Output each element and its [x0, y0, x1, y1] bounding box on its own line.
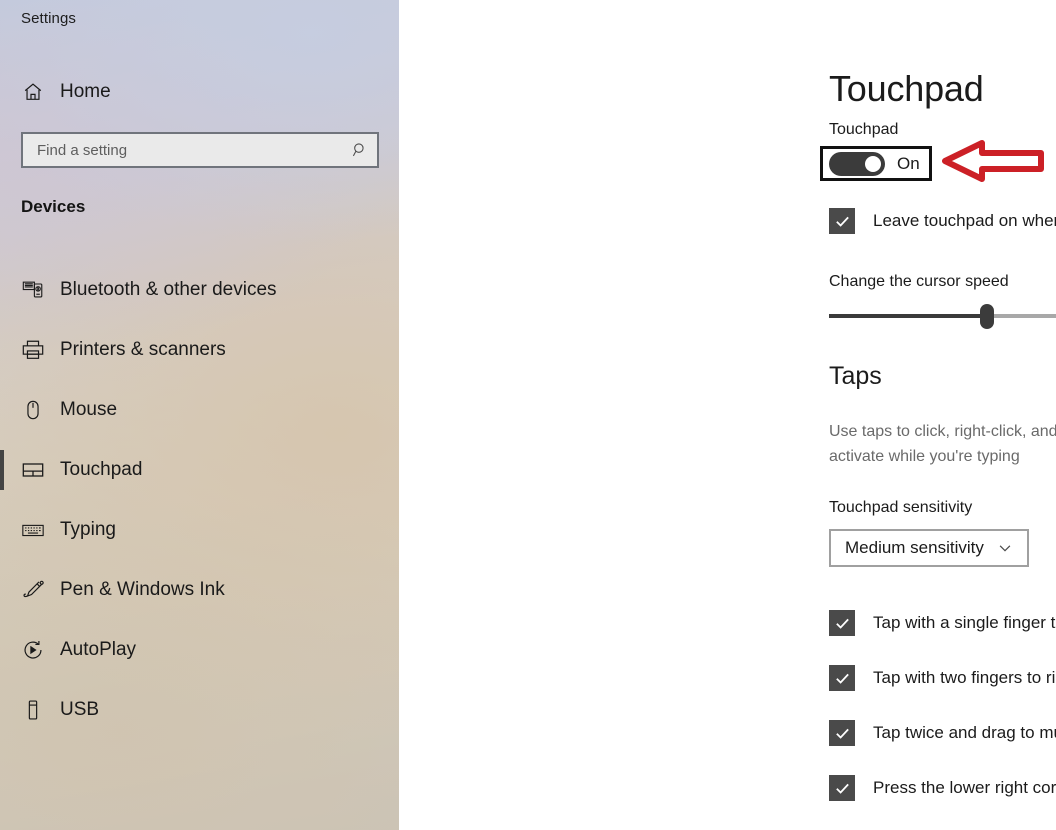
- sidebar-group-header: Devices: [21, 197, 86, 216]
- checkbox-icon[interactable]: [829, 720, 855, 746]
- search-icon: [343, 141, 377, 159]
- touchpad-sensitivity-value: Medium sensitivity: [845, 538, 984, 557]
- touchpad-sensitivity-dropdown[interactable]: Medium sensitivity: [829, 529, 1029, 567]
- checkbox-label: Press the lower right corner of the touc…: [873, 778, 1056, 797]
- sidebar-item-label: Printers & scanners: [60, 339, 226, 360]
- printer-icon: [11, 338, 55, 362]
- search-box[interactable]: [21, 132, 379, 168]
- touchpad-toggle-state-label: On: [897, 153, 920, 173]
- mouse-icon: [11, 399, 55, 421]
- cursor-speed-label: Change the cursor speed: [829, 273, 1009, 290]
- sidebar-item-touchpad[interactable]: Touchpad: [0, 440, 399, 500]
- selection-indicator: [0, 450, 4, 490]
- sidebar-item-label: Typing: [60, 519, 116, 540]
- checkbox-icon[interactable]: [829, 208, 855, 234]
- sidebar-nav-list: Bluetooth & other devices Printers & sca…: [0, 260, 399, 740]
- pen-icon: [11, 578, 55, 602]
- checkbox-label: Tap with two fingers to right-click: [873, 668, 1056, 687]
- sidebar-item-home-label: Home: [60, 81, 111, 102]
- checkbox-press-lower-right-corner[interactable]: Press the lower right corner of the touc…: [829, 775, 1056, 801]
- sidebar: Settings Home Devices: [0, 0, 399, 830]
- slider-thumb[interactable]: [979, 304, 994, 329]
- touchpad-icon: [11, 460, 55, 480]
- checkbox-tap-single-finger[interactable]: Tap with a single finger to single-click: [829, 610, 1056, 636]
- sidebar-item-label: USB: [60, 699, 100, 720]
- touchpad-toggle-highlight-box: On: [820, 146, 932, 181]
- checkbox-label: Tap twice and drag to multi-select: [873, 723, 1056, 742]
- settings-window: Settings Home Devices: [0, 0, 1056, 830]
- checkbox-icon[interactable]: [829, 775, 855, 801]
- sidebar-item-bluetooth-other-devices[interactable]: Bluetooth & other devices: [0, 260, 399, 320]
- main-content: Touchpad Touchpad On Leave touchpad on w…: [399, 0, 1056, 830]
- sidebar-item-pen-windows-ink[interactable]: Pen & Windows Ink: [0, 560, 399, 620]
- sidebar-item-autoplay[interactable]: AutoPlay: [0, 620, 399, 680]
- sidebar-item-home[interactable]: Home: [0, 73, 399, 111]
- sidebar-item-label: Mouse: [60, 399, 118, 420]
- sidebar-item-mouse[interactable]: Mouse: [0, 380, 399, 440]
- keyboard-icon: [11, 520, 55, 540]
- checkbox-icon[interactable]: [829, 610, 855, 636]
- touchpad-toggle[interactable]: [829, 151, 885, 176]
- checkbox-leave-touchpad-on[interactable]: Leave touchpad on when a mouse is connec…: [829, 208, 1056, 234]
- home-icon: [11, 81, 55, 103]
- checkbox-tap-two-fingers[interactable]: Tap with two fingers to right-click: [829, 665, 1056, 691]
- usb-icon: [11, 698, 55, 722]
- sidebar-item-label: Touchpad: [60, 459, 143, 480]
- sidebar-item-typing[interactable]: Typing: [0, 500, 399, 560]
- sidebar-item-label: AutoPlay: [60, 639, 137, 660]
- checkbox-icon[interactable]: [829, 665, 855, 691]
- cursor-speed-slider[interactable]: [829, 304, 1056, 329]
- sidebar-item-usb[interactable]: USB: [0, 680, 399, 740]
- touchpad-sensitivity-label: Touchpad sensitivity: [829, 499, 973, 516]
- toggle-knob: [865, 155, 881, 172]
- sidebar-item-label: Bluetooth & other devices: [60, 279, 277, 300]
- sidebar-item-printers-scanners[interactable]: Printers & scanners: [0, 320, 399, 380]
- search-input[interactable]: [23, 141, 343, 159]
- sidebar-item-label: Pen & Windows Ink: [60, 579, 225, 600]
- chevron-down-icon: [997, 540, 1013, 556]
- app-title: Settings: [21, 10, 76, 27]
- taps-section-heading: Taps: [829, 362, 882, 390]
- checkbox-label: Leave touchpad on when a mouse is connec…: [873, 211, 1056, 230]
- bluetooth-devices-icon: [11, 278, 55, 302]
- touchpad-toggle-caption: Touchpad: [829, 121, 899, 138]
- slider-track-fill: [829, 314, 987, 318]
- autoplay-icon: [11, 638, 55, 662]
- taps-section-description: Use taps to click, right-click, and sele…: [829, 423, 1056, 465]
- checkbox-label: Tap with a single finger to single-click: [873, 613, 1056, 632]
- arrow-left-annotation-icon: [942, 137, 1046, 185]
- page-title: Touchpad: [829, 68, 984, 109]
- checkbox-tap-twice-drag[interactable]: Tap twice and drag to multi-select: [829, 720, 1056, 746]
